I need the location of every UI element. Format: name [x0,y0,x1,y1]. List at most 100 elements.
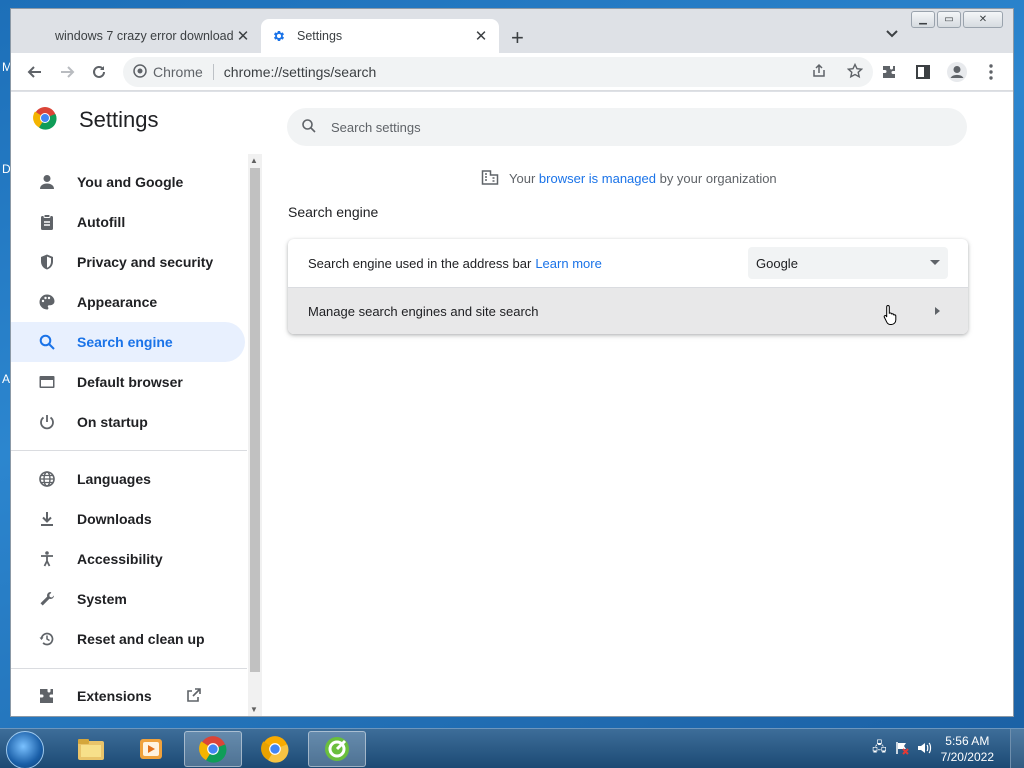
history-icon [37,629,57,649]
open-in-new-icon [186,687,202,706]
dropdown-caret-icon [930,260,940,265]
search-engine-select[interactable]: Google [748,247,948,279]
sidebar-item-on-startup[interactable]: On startup [11,402,245,442]
section-title: Search engine [288,204,379,220]
scroll-thumb[interactable] [250,168,260,672]
app-icon[interactable] [308,731,366,767]
sidebar-item-label: You and Google [77,174,184,190]
scroll-down-arrow-icon[interactable]: ▼ [250,705,258,714]
tab-title: Settings [297,29,343,43]
settings-sidebar: You and Google Autofill Privacy and secu… [11,152,247,716]
show-desktop-button[interactable] [1010,729,1024,768]
windows-taskbar: 🖧 5:56 AM 7/20/2022 [0,728,1024,768]
sidebar-item-label: Autofill [77,214,126,230]
search-icon [37,332,57,352]
tab-inactive[interactable]: windows 7 crazy error download ✕ [45,19,261,53]
selected-engine: Google [756,255,798,271]
star-bookmark-icon[interactable] [846,62,864,82]
sidebar-item-extensions[interactable]: Extensions [11,676,245,716]
clock-time: 5:56 AM [945,734,990,748]
shield-icon [37,252,57,272]
sidebar-item-label: Languages [77,471,151,487]
tab-title: windows 7 crazy error download [55,29,234,43]
sidebar-item-autofill[interactable]: Autofill [11,202,245,242]
media-player-icon[interactable] [122,731,180,767]
sidebar-item-label: Downloads [77,511,152,527]
sidebar-item-system[interactable]: System [11,579,245,619]
sidebar-item-search-engine[interactable]: Search engine [11,322,245,362]
managed-notice: Your browser is managed by your organiza… [481,168,777,189]
browser-icon [37,372,57,392]
managed-text: by your organization [659,171,777,186]
sidebar-item-label: Search engine [77,334,173,350]
tab-strip: windows 7 crazy error download ✕ Setting… [11,9,1013,53]
manage-search-engines-row[interactable]: Manage search engines and site search [288,287,968,334]
sidebar-item-label: Accessibility [77,551,163,567]
tab-settings[interactable]: Settings ✕ [261,19,499,53]
chrome-window: ▁ ▭ ✕ windows 7 crazy error download ✕ S… [10,8,1014,717]
chrome-logo-icon [33,106,57,133]
url-text[interactable]: chrome://settings/search [224,64,811,80]
sidebar-item-languages[interactable]: Languages [11,459,245,499]
search-input[interactable] [331,119,891,135]
sidebar-item-label: System [77,591,127,607]
back-arrow-icon[interactable] [19,56,51,88]
power-icon [37,412,57,432]
sidebar-item-label: Default browser [77,374,183,390]
sidebar-item-privacy[interactable]: Privacy and security [11,242,245,282]
chrome-canary-icon[interactable] [246,731,304,767]
sidebar-item-label: Appearance [77,294,158,310]
chrome-site-icon [133,63,147,81]
row-label: Manage search engines and site search [308,303,539,319]
sidebar-divider [11,668,247,669]
address-bar[interactable]: Chrome chrome://settings/search [123,57,873,87]
sidebar-item-downloads[interactable]: Downloads [11,499,245,539]
share-icon[interactable] [811,63,827,82]
chevron-right-icon [935,307,940,315]
row-label: Search engine used in the address bar [308,255,532,271]
wrench-icon [37,589,57,609]
system-tray: 🖧 5:56 AM 7/20/2022 [872,729,1024,768]
network-icon[interactable]: 🖧 [872,738,887,760]
scroll-up-arrow-icon[interactable]: ▲ [250,156,258,165]
sidebar-item-reset[interactable]: Reset and clean up [11,619,245,659]
start-button[interactable] [6,731,44,768]
person-icon [37,172,57,192]
gear-icon [271,28,287,44]
sidebar-item-label: On startup [77,414,148,430]
settings-header: Settings [33,106,159,133]
menu-dots-icon[interactable] [975,56,1007,88]
reload-icon[interactable] [83,56,115,88]
tab-search-icon[interactable] [885,27,899,42]
new-tab-button[interactable]: + [511,25,524,51]
accessibility-icon [37,549,57,569]
forward-arrow-icon[interactable] [51,56,83,88]
extensions-puzzle-icon[interactable] [873,56,905,88]
sidebar-item-appearance[interactable]: Appearance [11,282,245,322]
download-icon [37,509,57,529]
chrome-icon[interactable] [184,731,242,767]
explorer-icon[interactable] [62,731,120,767]
sidebar-scrollbar[interactable]: ▲ ▼ [248,154,262,716]
tab-close-icon[interactable]: ✕ [235,27,251,45]
search-settings-box[interactable] [287,108,967,146]
side-panel-icon[interactable] [907,56,939,88]
managed-link[interactable]: browser is managed [539,171,656,186]
profile-avatar-icon[interactable] [941,56,973,88]
palette-icon [37,292,57,312]
search-engine-card: Search engine used in the address bar Le… [288,239,968,334]
tab-close-icon[interactable]: ✕ [473,27,489,45]
sidebar-item-label: Reset and clean up [77,631,205,647]
learn-more-link[interactable]: Learn more [535,256,601,271]
sidebar-item-you-and-google[interactable]: You and Google [11,162,245,202]
volume-icon[interactable] [917,741,933,758]
action-center-flag-icon[interactable] [895,741,909,758]
sidebar-item-default-browser[interactable]: Default browser [11,362,245,402]
search-icon [301,118,317,137]
building-icon [481,168,499,189]
sidebar-item-label: Privacy and security [77,254,214,270]
sidebar-item-accessibility[interactable]: Accessibility [11,539,245,579]
sidebar-divider [11,450,247,451]
system-clock[interactable]: 5:56 AM 7/20/2022 [941,733,994,765]
site-name: Chrome [153,64,214,80]
